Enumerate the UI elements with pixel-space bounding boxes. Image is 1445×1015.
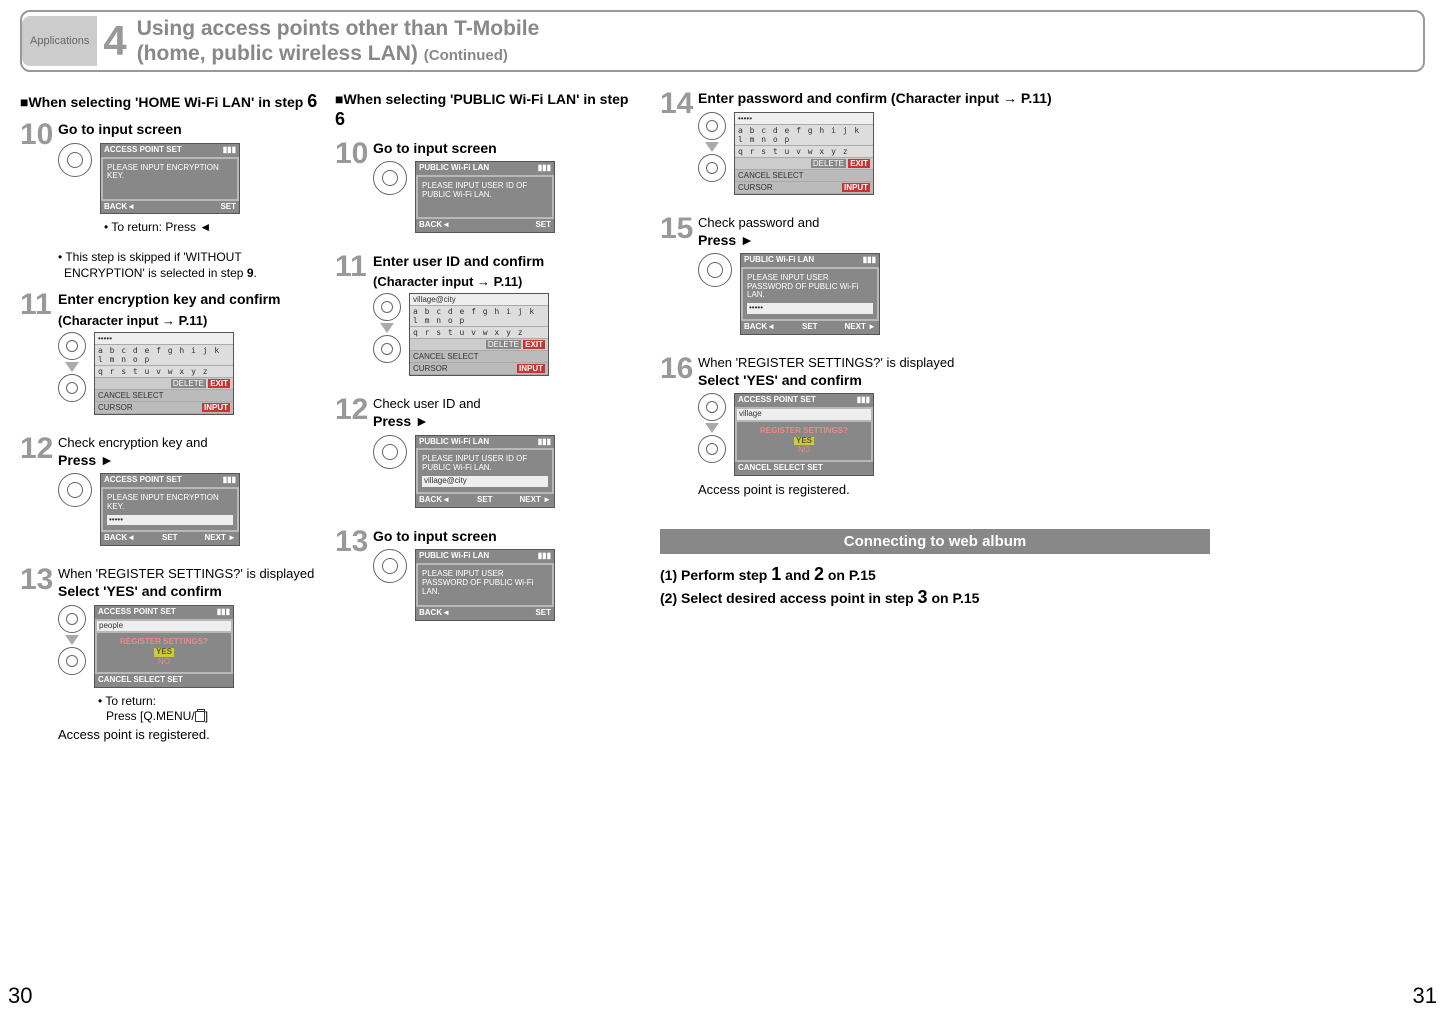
connecting-bar: Connecting to web album: [660, 529, 1210, 554]
step-c15: 15 Check password and Press ► PUBLIC Wi-…: [660, 215, 1210, 341]
step-c14: 14 Enter password and confirm (Character…: [660, 90, 1210, 201]
section-number: 4: [97, 20, 136, 62]
joystick-icon: [58, 332, 86, 360]
lcd-screen: ACCESS POINT SET▮▮▮ people REGISTER SETT…: [94, 605, 234, 688]
applications-tab: Applications: [22, 16, 97, 66]
column-public-wifi: ■When selecting 'PUBLIC Wi-Fi LAN' in st…: [335, 90, 640, 758]
page-number-right: 31: [1413, 983, 1437, 1009]
trash-icon: [195, 711, 205, 722]
step-a13: 13 When 'REGISTER SETTINGS?' is displaye…: [20, 566, 325, 744]
joystick-icon: [698, 393, 726, 421]
joystick-icon: [698, 154, 726, 182]
note-skip: • This step is skipped if 'WITHOUT ENCRY…: [58, 250, 325, 281]
public-wifi-heading: ■When selecting 'PUBLIC Wi-Fi LAN' in st…: [335, 90, 640, 132]
step-number: 13: [335, 528, 373, 627]
step-pretext: Check encryption key and: [58, 435, 325, 450]
title-line1: Using access points other than T-Mobile: [137, 16, 540, 41]
char-input-screen: village@city a b c d e f g h i j k l m n…: [409, 293, 549, 376]
step-a10: 10 Go to input screen ACCESS POINT SET▮▮…: [20, 121, 325, 236]
down-arrow-icon: [705, 142, 719, 152]
note-return: • To return:: [94, 694, 325, 710]
step-subtitle: (Character input → P.11): [373, 274, 640, 289]
step-number: 10: [335, 140, 373, 239]
step-number: 11: [20, 291, 58, 421]
step-title: Enter encryption key and confirm: [58, 291, 325, 309]
connect-step-1: (1) Perform step 1 and 2 on P.15: [660, 564, 1210, 585]
down-arrow-icon: [65, 362, 79, 372]
done-text: Access point is registered.: [58, 727, 325, 742]
down-arrow-icon: [65, 635, 79, 645]
step-number: 10: [20, 121, 58, 236]
lcd-screen: ACCESS POINT SET▮▮▮ village REGISTER SET…: [734, 393, 874, 476]
lcd-screen: PUBLIC Wi-Fi LAN▮▮▮ PLEASE INPUT USER PA…: [740, 253, 880, 335]
joystick-icon: [373, 293, 401, 321]
step-a12: 12 Check encryption key and Press ► ACCE…: [20, 435, 325, 552]
joystick-icon: [58, 647, 86, 675]
step-title: Go to input screen: [373, 528, 640, 546]
lcd-screen: ACCESS POINT SET▮▮▮ PLEASE INPUT ENCRYPT…: [100, 473, 240, 546]
down-arrow-icon: [380, 323, 394, 333]
step-title: Go to input screen: [58, 121, 325, 139]
joystick-icon: [373, 335, 401, 363]
char-input-screen: ••••• a b c d e f g h i j k l m n o p q …: [734, 112, 874, 195]
step-number: 15: [660, 215, 698, 341]
column-continued: 14 Enter password and confirm (Character…: [660, 90, 1210, 758]
joystick-icon: [698, 435, 726, 463]
step-title: Go to input screen: [373, 140, 640, 158]
note-qmenu: Press [Q.MENU/]: [106, 709, 325, 723]
step-title: Enter password and confirm (Character in…: [698, 90, 1210, 108]
step-subtitle: (Character input → P.11): [58, 313, 325, 328]
note-return: • To return: Press ◄: [100, 220, 325, 236]
column-home-wifi: ■When selecting 'HOME Wi-Fi LAN' in step…: [20, 90, 325, 758]
page-number-left: 30: [8, 983, 32, 1009]
step-title: Press ►: [698, 232, 1210, 250]
home-wifi-heading: ■When selecting 'HOME Wi-Fi LAN' in step…: [20, 90, 325, 113]
chapter-header: Applications 4 Using access points other…: [20, 10, 1425, 72]
step-number: 11: [335, 253, 373, 383]
step-title: Press ►: [58, 452, 325, 470]
step-c16: 16 When 'REGISTER SETTINGS?' is displaye…: [660, 355, 1210, 499]
title-continued: (Continued): [424, 47, 508, 64]
joystick-icon: [373, 549, 407, 583]
joystick-icon: [698, 112, 726, 140]
step-number: 13: [20, 566, 58, 744]
char-input-screen: ••••• a b c d e f g h i j k l m n o p q …: [94, 332, 234, 415]
step-pretext: When 'REGISTER SETTINGS?' is displayed: [58, 566, 325, 581]
step-title: Select 'YES' and confirm: [58, 583, 325, 601]
step-pretext: Check user ID and: [373, 396, 640, 411]
step-title: Press ►: [373, 413, 640, 431]
step-number: 12: [20, 435, 58, 552]
lcd-screen: PUBLIC Wi-Fi LAN▮▮▮ PLEASE INPUT USER ID…: [415, 161, 555, 233]
step-b12: 12 Check user ID and Press ► PUBLIC Wi-F…: [335, 396, 640, 513]
joystick-icon: [58, 143, 92, 177]
joystick-icon: [698, 253, 732, 287]
joystick-icon: [373, 435, 407, 469]
step-pretext: When 'REGISTER SETTINGS?' is displayed: [698, 355, 1210, 370]
step-b10: 10 Go to input screen PUBLIC Wi-Fi LAN▮▮…: [335, 140, 640, 239]
step-pretext: Check password and: [698, 215, 1210, 230]
done-text: Access point is registered.: [698, 482, 1210, 497]
joystick-icon: [58, 605, 86, 633]
down-arrow-icon: [705, 423, 719, 433]
title-block: Using access points other than T-Mobile …: [137, 16, 540, 66]
joystick-icon: [373, 161, 407, 195]
step-a11: 11 Enter encryption key and confirm (Cha…: [20, 291, 325, 421]
joystick-icon: [58, 473, 92, 507]
step-number: 16: [660, 355, 698, 499]
step-title: Select 'YES' and confirm: [698, 372, 1210, 390]
lcd-screen: PUBLIC Wi-Fi LAN▮▮▮ PLEASE INPUT USER ID…: [415, 435, 555, 508]
step-number: 14: [660, 90, 698, 201]
step-b13: 13 Go to input screen PUBLIC Wi-Fi LAN▮▮…: [335, 528, 640, 627]
step-title: Enter user ID and confirm: [373, 253, 640, 271]
title-line2a: (home, public wireless LAN): [137, 42, 424, 65]
lcd-screen: ACCESS POINT SET▮▮▮ PLEASE INPUT ENCRYPT…: [100, 143, 240, 215]
joystick-icon: [58, 374, 86, 402]
step-number: 12: [335, 396, 373, 513]
step-b11: 11 Enter user ID and confirm (Character …: [335, 253, 640, 383]
lcd-screen: PUBLIC Wi-Fi LAN▮▮▮ PLEASE INPUT USER PA…: [415, 549, 555, 621]
connect-step-2: (2) Select desired access point in step …: [660, 587, 1210, 608]
